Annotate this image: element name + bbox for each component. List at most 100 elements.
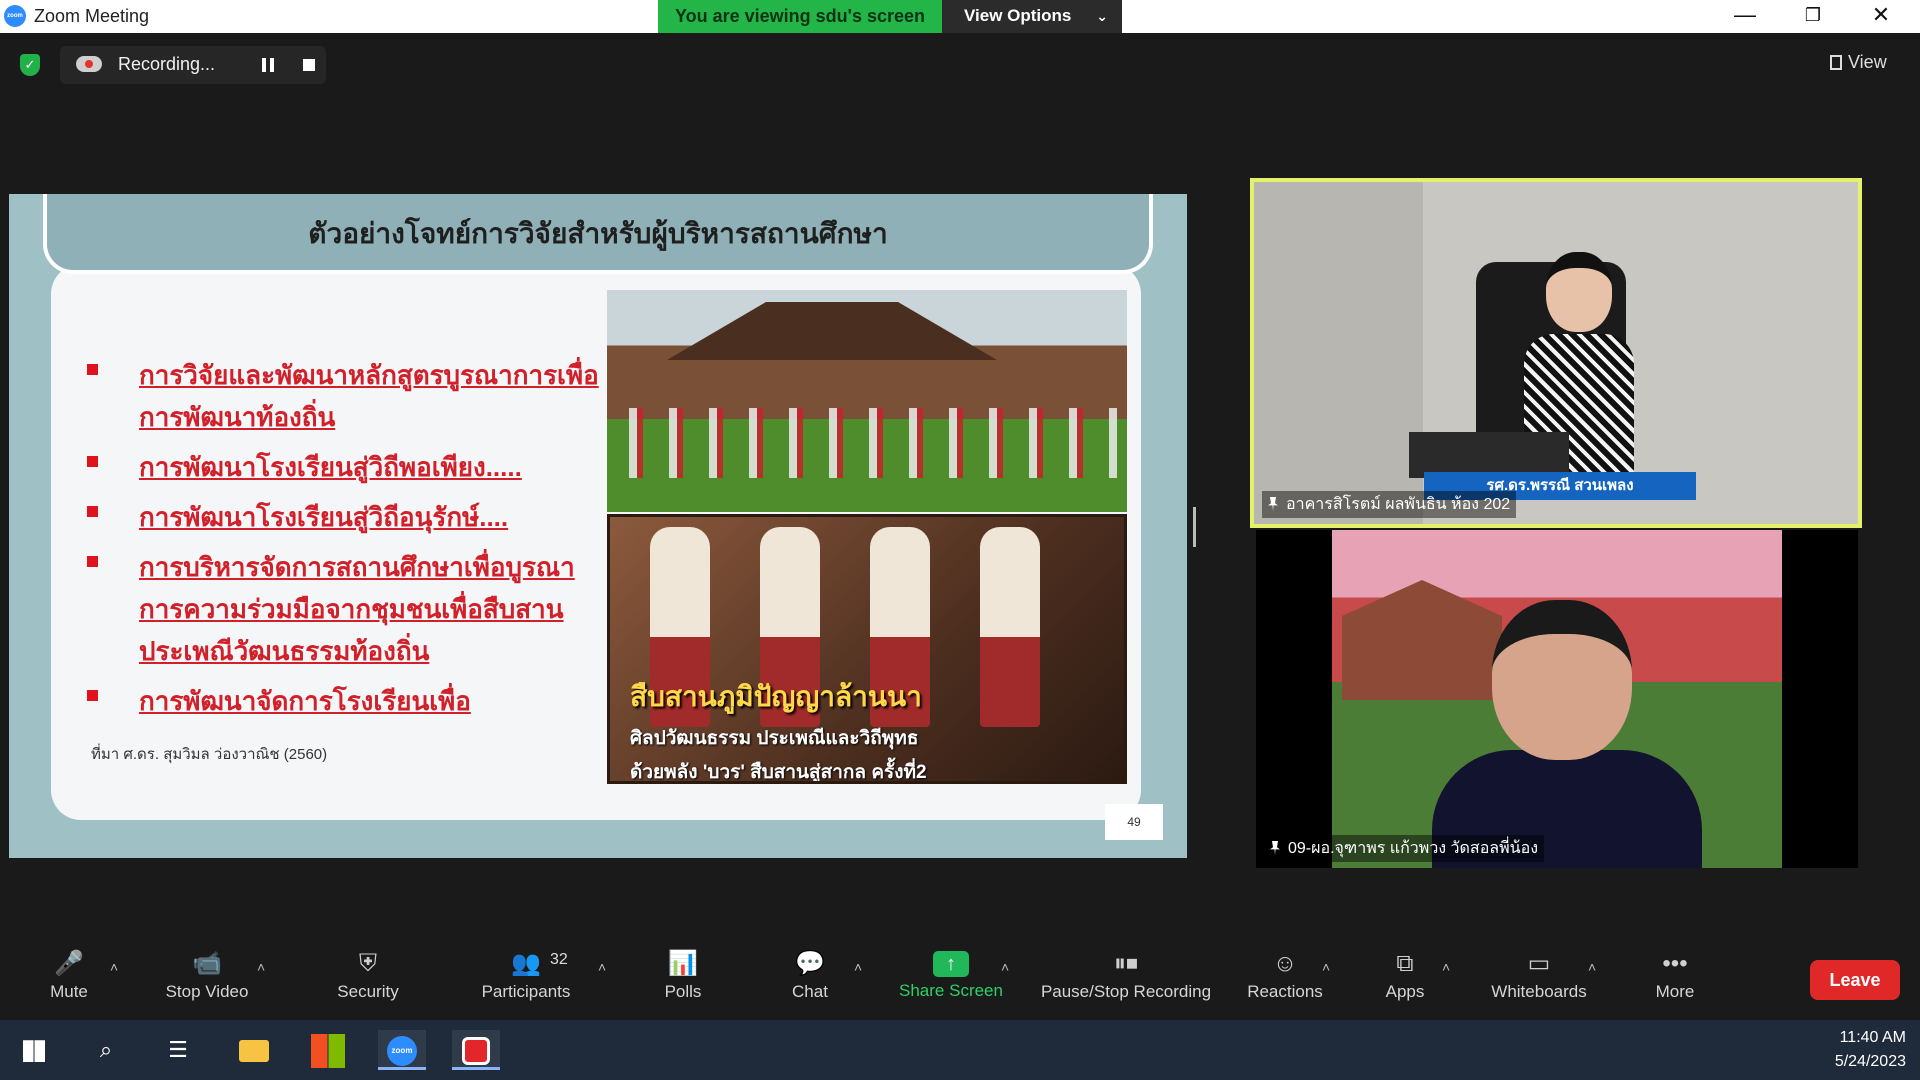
participant-head xyxy=(1492,600,1632,760)
participant-video-tile[interactable]: 09-ผอ.จุฑาพร แก้วพวง วัดสอลพี่น้อง xyxy=(1256,530,1858,868)
slide-bullet-text: การพัฒนาโรงเรียนสู่วิถีอนุรักษ์.... xyxy=(139,502,509,532)
pin-icon xyxy=(1270,841,1280,855)
photo-caption-title: สืบสานภูมิปัญญาล้านนา xyxy=(630,681,922,712)
minimize-button[interactable]: — xyxy=(1722,2,1768,30)
zoom-logo-icon: zoom xyxy=(4,5,26,27)
leave-meeting-button[interactable]: Leave xyxy=(1810,960,1900,1000)
reactions-label: Reactions xyxy=(1247,982,1323,1001)
start-button[interactable] xyxy=(10,1030,58,1070)
slide-bullet: การพัฒนาจัดการโรงเรียนเพื่อ xyxy=(87,680,607,722)
participant-head xyxy=(1546,252,1612,332)
slide-bullet: การวิจัยและพัฒนาหลักสูตรบูรณาการเพื่อการ… xyxy=(87,354,607,438)
panel-resize-handle[interactable] xyxy=(1193,507,1196,547)
folder-icon xyxy=(239,1040,269,1063)
share-options-caret[interactable]: ˄ xyxy=(1001,959,1009,975)
microsoft-store-button[interactable] xyxy=(304,1030,352,1070)
shield-icon: ⛨ xyxy=(359,950,377,977)
background-house xyxy=(1342,580,1502,700)
video-options-caret[interactable]: ˄ xyxy=(257,959,265,975)
recording-dot-icon xyxy=(85,60,93,68)
apps-icon: ⧉ xyxy=(1396,950,1414,977)
slide-bullet: การพัฒนาโรงเรียนสู่วิถีอนุรักษ์.... xyxy=(87,496,607,538)
more-label: More xyxy=(1655,982,1695,1001)
participants-options-caret[interactable]: ˄ xyxy=(598,959,606,975)
stop-video-label: Stop Video xyxy=(165,982,249,1001)
participant-name: 09-ผอ.จุฑาพร แก้วพวง วัดสอลพี่น้อง xyxy=(1288,840,1539,857)
slide-page-number: 49 xyxy=(1105,804,1163,840)
stop-recording-button[interactable] xyxy=(303,59,315,71)
encryption-shield-icon[interactable]: ✓ xyxy=(20,54,40,76)
pause-stop-recording-label: Pause/Stop Recording xyxy=(1040,982,1212,1001)
security-button[interactable]: ⛨ Security xyxy=(326,937,410,1020)
search-icon: ⌕ xyxy=(99,1037,113,1062)
polls-button[interactable]: 📊 Polls xyxy=(652,937,714,1020)
zoom-taskbar-button[interactable]: zoom xyxy=(378,1030,426,1070)
whiteboards-options-caret[interactable]: ˄ xyxy=(1588,959,1596,975)
view-options-label: View Options xyxy=(964,6,1072,25)
file-explorer-button[interactable] xyxy=(230,1030,278,1070)
more-button[interactable]: ••• More xyxy=(1650,937,1700,1020)
slide-header: ตัวอย่างโจทย์การวิจัยสำหรับผู้บริหารสถาน… xyxy=(43,194,1153,274)
windows-logo-icon xyxy=(23,1040,45,1063)
whiteboard-icon: ▭ xyxy=(1527,950,1551,977)
chat-button[interactable]: 💬 Chat xyxy=(782,937,838,1020)
chat-bubble-icon: 💬 xyxy=(795,950,825,977)
close-window-button[interactable]: ✕ xyxy=(1858,2,1904,30)
viewing-screen-banner: You are viewing sdu's screen xyxy=(658,0,942,33)
zoom-app-icon: zoom xyxy=(387,1036,417,1067)
pin-icon xyxy=(1268,497,1278,511)
bar-chart-icon: 📊 xyxy=(668,950,698,977)
security-label: Security xyxy=(337,982,399,1001)
red-app-icon xyxy=(462,1037,490,1066)
participant-video-tile[interactable]: รศ.ดร.พรรณี สวนเพลง อาคารสิโรตม์ ผลพันธิ… xyxy=(1250,178,1862,528)
slide-bullet-list: การวิจัยและพัฒนาหลักสูตรบูรณาการเพื่อการ… xyxy=(87,354,607,730)
pause-stop-recording-button[interactable]: ⏸⏹ Pause/Stop Recording xyxy=(1034,937,1218,1020)
chat-options-caret[interactable]: ˄ xyxy=(854,959,862,975)
chat-label: Chat xyxy=(792,982,828,1001)
window-title-bar: zoom Zoom Meeting You are viewing sdu's … xyxy=(0,0,1920,33)
view-layout-button[interactable]: View xyxy=(1830,52,1887,73)
photo-caption-line: ศิลปวัฒนธรรม ประเพณีและวิถีพุทธ xyxy=(630,728,919,749)
slide-bullet-text: การบริหารจัดการสถานศึกษาเพื่อบูรณาการควา… xyxy=(139,552,575,666)
window-title: Zoom Meeting xyxy=(34,6,150,26)
apps-button[interactable]: ⧉ Apps xyxy=(1378,937,1432,1020)
restore-button[interactable]: ❐ xyxy=(1790,2,1836,30)
participants-button[interactable]: 👥 Participants xyxy=(476,937,576,1020)
slide-bullet-text: การพัฒนาโรงเรียนสู่วิถีพอเพียง..... xyxy=(139,452,522,482)
pause-recording-button[interactable] xyxy=(262,58,274,72)
audio-options-caret[interactable]: ˄ xyxy=(110,959,118,975)
recording-indicator-bar: Recording... xyxy=(60,46,326,84)
system-clock[interactable]: 11:40 AM 5/24/2023 xyxy=(1835,1026,1906,1074)
store-icon xyxy=(311,1034,345,1069)
slide-bullet-text: การพัฒนาจัดการโรงเรียนเพื่อ xyxy=(139,686,471,716)
apps-options-caret[interactable]: ˄ xyxy=(1442,959,1450,975)
slide-bullet-text: การวิจัยและพัฒนาหลักสูตรบูรณาการเพื่อการ… xyxy=(139,360,599,432)
mute-label: Mute xyxy=(50,982,88,1001)
whiteboards-button[interactable]: ▭ Whiteboards xyxy=(1486,937,1592,1020)
clock-date: 5/24/2023 xyxy=(1834,1053,1906,1070)
slide-source-citation: ที่มา ศ.ดร. สุมวิมล ว่องวาณิช (2560) xyxy=(91,746,328,763)
search-button[interactable]: ⌕ xyxy=(82,1030,130,1070)
apps-label: Apps xyxy=(1385,982,1425,1001)
bullet-square-icon xyxy=(87,506,98,517)
reactions-options-caret[interactable]: ˄ xyxy=(1322,959,1330,975)
share-screen-label: Share Screen xyxy=(899,981,1003,1000)
participant-name-label: อาคารสิโรตม์ ผลพันธิน ห้อง 202 xyxy=(1262,491,1517,518)
share-screen-button[interactable]: ↑ Share Screen xyxy=(896,937,1006,1020)
task-view-button[interactable]: ☰ xyxy=(154,1030,202,1070)
performer-figure xyxy=(980,527,1040,727)
pause-stop-icon: ⏸⏹ xyxy=(1114,950,1138,977)
dancers-group xyxy=(617,408,1117,478)
share-arrow-icon: ↑ xyxy=(933,951,969,977)
app-taskbar-button[interactable] xyxy=(452,1030,500,1070)
polls-label: Polls xyxy=(664,982,702,1001)
microphone-icon: 🎤 xyxy=(54,950,84,977)
stop-video-button[interactable]: 📹 Stop Video xyxy=(156,937,258,1020)
slide-bullet: การพัฒนาโรงเรียนสู่วิถีพอเพียง..... xyxy=(87,446,607,488)
mute-button[interactable]: 🎤 Mute xyxy=(34,937,104,1020)
photo-caption: สืบสานภูมิปัญญาล้านนา ศิลปวัฒนธรรม ประเพ… xyxy=(630,675,927,781)
participant-name-label: 09-ผอ.จุฑาพร แก้วพวง วัดสอลพี่น้อง xyxy=(1264,835,1545,862)
ellipsis-icon: ••• xyxy=(1662,950,1688,977)
reactions-button[interactable]: ☺ Reactions xyxy=(1246,937,1324,1020)
view-options-button[interactable]: View Options ⌄ xyxy=(942,0,1122,33)
